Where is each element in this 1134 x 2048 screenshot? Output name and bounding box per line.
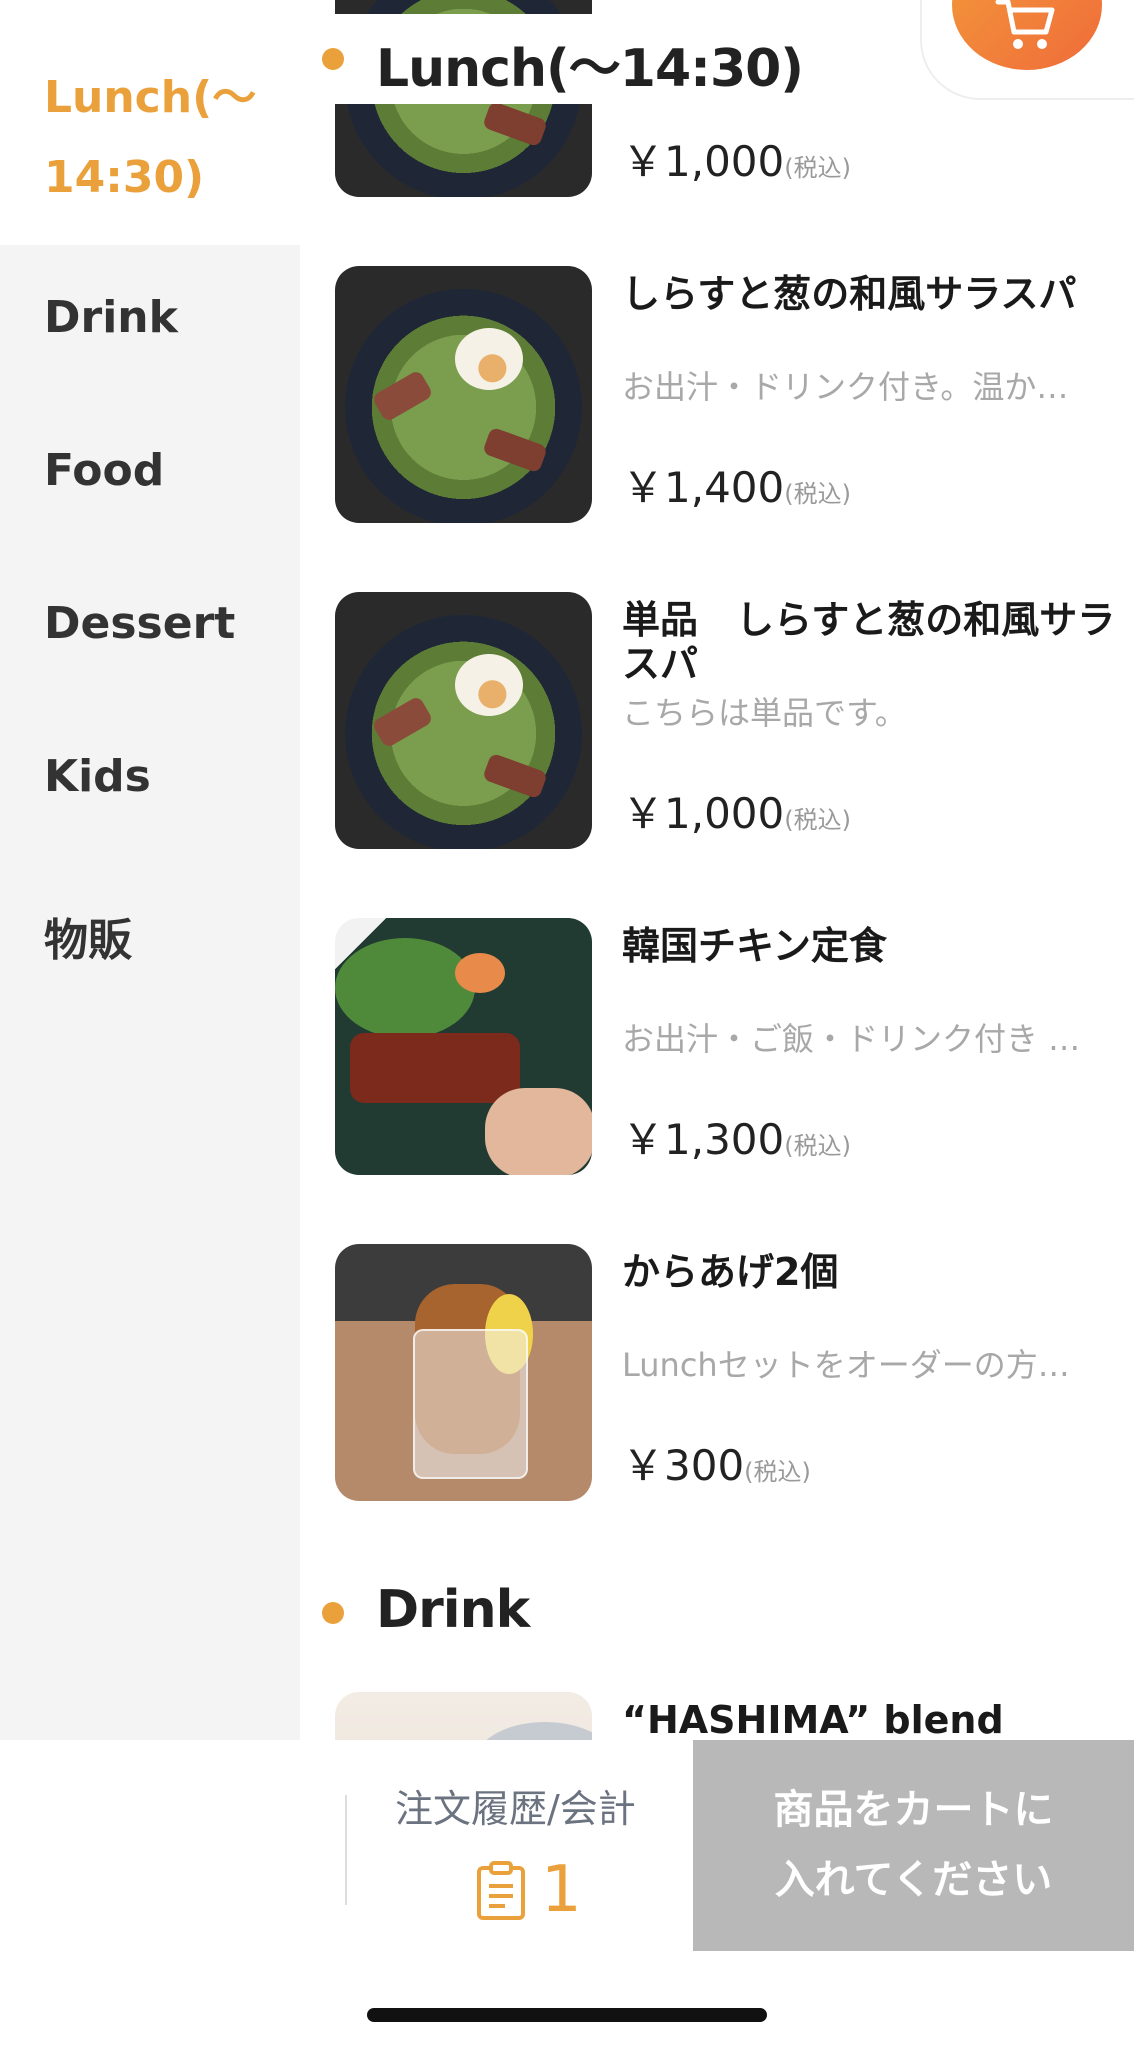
category-sidebar: Lunch(〜14:30) Drink Food Dessert Kids 物販: [0, 0, 300, 1740]
sidebar-item-kids[interactable]: Kids: [44, 751, 151, 802]
order-history-button[interactable]: 注文履歴/会計 1: [345, 1740, 693, 1950]
menu-item-price: ￥1,000(税込): [622, 789, 851, 838]
menu-item-image: [335, 266, 592, 523]
add-to-cart-prompt-button[interactable]: 商品をカートに 入れてください: [693, 1740, 1134, 1951]
order-history-label: 注文履歴/会計: [395, 1787, 636, 1831]
sidebar-item-merch[interactable]: 物販: [44, 904, 132, 968]
menu-item-name: “HASHIMA” blend: [622, 1698, 1004, 1740]
clipboard-icon: [477, 1861, 525, 1920]
menu-item-name: 韓国チキン定食: [622, 924, 887, 968]
menu-item-name: 単品 しらすと葱の和風サラスパ: [622, 598, 1116, 686]
menu-item-name: からあげ2個: [622, 1250, 839, 1294]
home-indicator: [367, 2008, 767, 2022]
menu-item-description: こちらは単品です。: [622, 694, 907, 732]
menu-item-image: [335, 592, 592, 849]
bottom-bar: 注文履歴/会計 1 商品をカートに 入れてください: [0, 1740, 1134, 2048]
menu-list: ￥1,000(税込) Lunch(〜14:30) しらすと葱の和風サラスパ お出…: [300, 0, 1134, 1740]
menu-item[interactable]: “HASHIMA” blend: [300, 1692, 1134, 1740]
menu-item-price: ￥1,300(税込): [622, 1115, 851, 1164]
menu-item-image: [335, 1692, 592, 1740]
sidebar-item-drink[interactable]: Drink: [44, 292, 178, 343]
menu-item[interactable]: 韓国チキン定食 お出汁・ご飯・ドリンク付き … ￥1,300(税込): [300, 918, 1134, 1178]
section-title: Lunch(〜14:30): [376, 39, 804, 99]
menu-item-price: ￥300(税込): [622, 1441, 811, 1490]
cta-line-2: 入れてください: [774, 1857, 1053, 1903]
menu-item-description: お出汁・ドリンク付き。温か…: [622, 368, 1069, 406]
menu-item[interactable]: 単品 しらすと葱の和風サラスパ こちらは単品です。 ￥1,000(税込): [300, 592, 1134, 852]
divider: [345, 1795, 347, 1905]
section-title: Drink: [376, 1580, 530, 1640]
sidebar-item-lunch[interactable]: Lunch(〜14:30): [0, 0, 300, 245]
order-count: 1: [541, 1853, 582, 1927]
menu-item-image: [335, 1244, 592, 1501]
cart-icon: [995, 0, 1055, 49]
menu-item-price: ￥1,400(税込): [622, 463, 851, 512]
sidebar-item-food[interactable]: Food: [44, 445, 164, 496]
sidebar-item-dessert[interactable]: Dessert: [44, 598, 235, 649]
sidebar-item-label: Lunch(〜14:30): [44, 72, 257, 203]
section-header-drink: Drink: [300, 1568, 1134, 1658]
bullet-dot-icon: [322, 1602, 344, 1624]
menu-item-description: お出汁・ご飯・ドリンク付き …: [622, 1020, 1081, 1058]
menu-item-price: ￥1,000(税込): [622, 137, 851, 186]
cta-line-1: 商品をカートに: [773, 1787, 1054, 1833]
menu-item-description: Lunchセットをオーダーの方…: [622, 1346, 1070, 1384]
menu-item[interactable]: しらすと葱の和風サラスパ お出汁・ドリンク付き。温か… ￥1,400(税込): [300, 266, 1134, 526]
menu-item[interactable]: からあげ2個 Lunchセットをオーダーの方… ￥300(税込): [300, 1244, 1134, 1504]
menu-item-name: しらすと葱の和風サラスパ: [622, 272, 1077, 316]
bullet-dot-icon: [322, 48, 344, 70]
menu-item-image: [335, 918, 592, 1175]
